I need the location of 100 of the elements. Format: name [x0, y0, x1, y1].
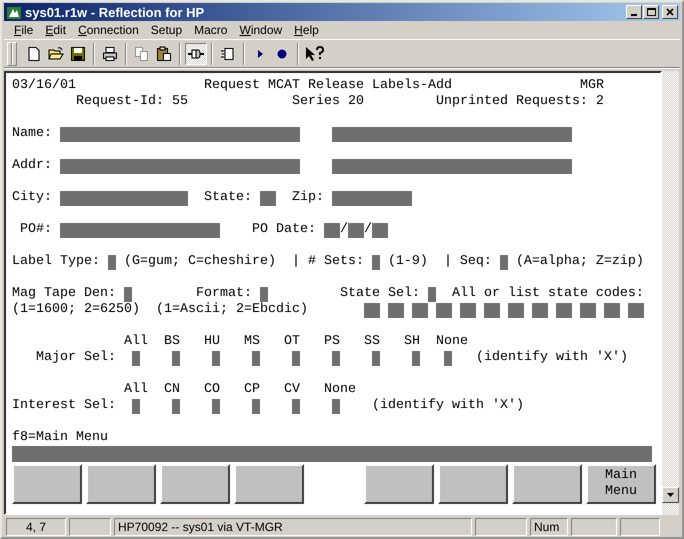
clipboard-icon[interactable]	[156, 46, 172, 62]
maximize-button[interactable]	[643, 5, 659, 20]
screen-text: All	[124, 334, 148, 350]
entry-field[interactable]	[532, 302, 548, 318]
entry-field[interactable]	[332, 398, 340, 414]
entry-field[interactable]	[132, 398, 140, 414]
entry-field[interactable]	[60, 190, 188, 206]
entry-field[interactable]	[212, 350, 220, 366]
screen-text: SS	[364, 334, 380, 350]
menu-item[interactable]: Help	[288, 23, 325, 38]
scroll-down-button[interactable]	[662, 487, 679, 504]
entry-field[interactable]	[372, 222, 388, 238]
screen-text: (A=alpha; Z=zip)	[516, 254, 644, 270]
entry-field[interactable]	[428, 286, 436, 302]
screen-text: (1-9)	[388, 254, 428, 270]
entry-field[interactable]	[412, 302, 428, 318]
entry-field[interactable]	[508, 302, 524, 318]
function-key[interactable]	[512, 464, 582, 504]
entry-field[interactable]	[460, 302, 476, 318]
entry-field[interactable]	[372, 350, 380, 366]
entry-field[interactable]	[348, 222, 364, 238]
screen-text: Label Type:	[12, 254, 100, 270]
screen-text: Request-Id: 55	[76, 94, 188, 110]
screen-text: CV	[284, 382, 300, 398]
function-key[interactable]	[12, 464, 82, 504]
screen-text: MGR	[580, 78, 604, 94]
status-cell	[475, 518, 527, 536]
entry-field[interactable]	[444, 350, 452, 366]
screen-text: Interest Sel:	[12, 398, 116, 414]
screen-text: City:	[12, 190, 52, 206]
entry-field[interactable]	[212, 398, 220, 414]
entry-field[interactable]	[364, 302, 380, 318]
entry-field[interactable]	[628, 302, 644, 318]
entry-field[interactable]	[412, 350, 420, 366]
entry-field[interactable]	[500, 254, 508, 270]
menu-item[interactable]: Edit	[39, 23, 72, 38]
document-icon[interactable]	[26, 46, 42, 62]
entry-field[interactable]	[324, 222, 340, 238]
function-key[interactable]	[438, 464, 508, 504]
entry-field[interactable]	[60, 126, 300, 142]
menu-item[interactable]: Macro	[188, 23, 234, 38]
entry-field[interactable]	[372, 254, 380, 270]
entry-field[interactable]	[260, 190, 276, 206]
down-arrow-icon	[667, 493, 674, 498]
entry-field[interactable]	[172, 398, 180, 414]
macro-icon[interactable]	[220, 46, 236, 62]
menu-item[interactable]: Connection	[72, 23, 145, 38]
entry-field[interactable]	[108, 254, 116, 270]
entry-field[interactable]	[252, 398, 260, 414]
screen-text: Name:	[12, 126, 52, 142]
screen-text: State Sel:	[340, 286, 420, 302]
entry-field[interactable]	[604, 302, 620, 318]
entry-field[interactable]	[252, 350, 260, 366]
record-icon[interactable]	[277, 48, 287, 59]
entry-field[interactable]	[580, 302, 596, 318]
function-key[interactable]	[234, 464, 304, 504]
entry-field[interactable]	[436, 302, 452, 318]
entry-field[interactable]	[332, 350, 340, 366]
entry-field[interactable]	[388, 302, 404, 318]
entry-field[interactable]	[260, 286, 268, 302]
entry-field[interactable]	[292, 350, 300, 366]
close-button[interactable]	[662, 5, 678, 20]
entry-field[interactable]	[60, 158, 300, 174]
screen-text: All or list state codes:	[452, 286, 644, 302]
screen-text: Unprinted Requests: 2	[436, 94, 604, 110]
screen-text: OT	[284, 334, 300, 350]
screen-text: HU	[204, 334, 220, 350]
printer-icon[interactable]	[102, 46, 118, 62]
screen-text: All	[124, 382, 148, 398]
status-cell	[571, 518, 617, 536]
minimize-button[interactable]	[626, 5, 642, 20]
menu-item[interactable]: Setup	[144, 23, 188, 38]
entry-field[interactable]	[332, 190, 412, 206]
status-cell	[69, 518, 111, 536]
scrollbar[interactable]	[662, 71, 679, 516]
entry-field[interactable]	[292, 398, 300, 414]
entry-field[interactable]	[172, 350, 180, 366]
status-cell: Num	[530, 518, 568, 536]
status-cell	[620, 518, 660, 536]
screen-text: (G=gum; C=cheshire)	[124, 254, 276, 270]
function-key[interactable]: Main Menu	[586, 464, 656, 504]
folder-icon[interactable]	[48, 46, 64, 62]
menu-item[interactable]: File	[8, 23, 40, 38]
function-key[interactable]	[160, 464, 230, 504]
entry-field[interactable]	[332, 126, 572, 142]
copy-icon[interactable]	[134, 46, 150, 62]
screen-text: f8=Main Menu	[12, 430, 108, 446]
entry-field[interactable]	[124, 286, 132, 302]
play-icon[interactable]	[256, 48, 264, 59]
menu-item[interactable]: Window	[233, 23, 288, 38]
entry-field[interactable]	[556, 302, 572, 318]
help-pointer-icon[interactable]	[304, 46, 324, 62]
entry-field[interactable]	[332, 158, 572, 174]
function-key[interactable]	[86, 464, 156, 504]
connect-button[interactable]	[185, 42, 207, 65]
entry-field[interactable]	[60, 222, 220, 238]
screen-text: Major Sel:	[36, 350, 116, 366]
entry-field[interactable]	[132, 350, 140, 366]
entry-field[interactable]	[484, 302, 500, 318]
function-key[interactable]	[364, 464, 434, 504]
